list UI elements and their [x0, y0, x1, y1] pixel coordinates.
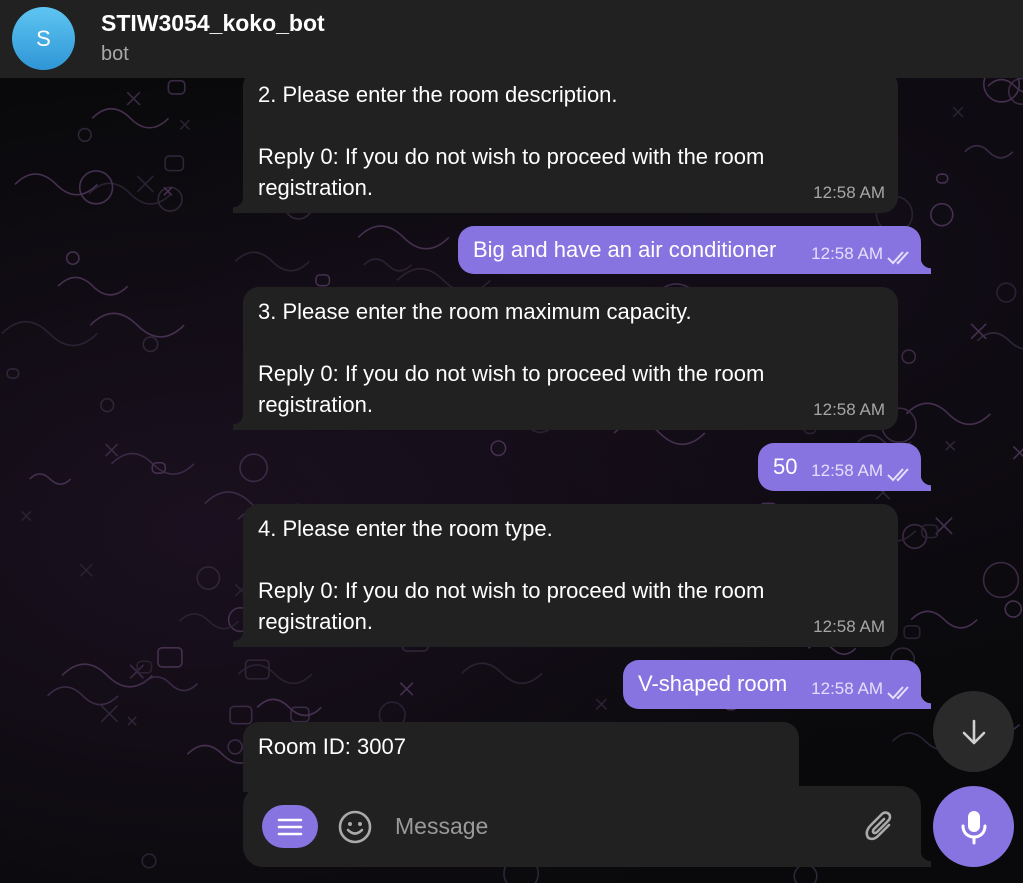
wallpaper-doodle — [79, 563, 93, 577]
message-text: 3. Please enter the room maximum capacit… — [258, 299, 765, 417]
wallpaper-doodle — [57, 276, 129, 296]
menu-icon — [277, 818, 303, 835]
message-text: Room ID: 3007 — [258, 734, 406, 759]
wallpaper-doodle — [100, 704, 119, 723]
wallpaper-doodle — [136, 660, 153, 674]
wallpaper-doodle — [461, 662, 543, 685]
avatar[interactable]: S — [12, 7, 75, 70]
wallpaper-doodle — [29, 473, 72, 485]
wallpaper-doodle — [595, 698, 608, 710]
wallpaper-doodle — [315, 274, 331, 287]
wallpaper-doodle — [47, 686, 119, 706]
message-text: 4. Please enter the room type. Reply 0: … — [258, 516, 765, 634]
wallpaper-doodle — [227, 739, 243, 755]
wallpaper-doodle — [6, 368, 20, 379]
wallpaper-doodle — [793, 863, 818, 883]
wallpaper-doodle — [14, 173, 98, 196]
wallpaper-doodle — [105, 443, 119, 457]
wallpaper-doodle — [20, 510, 32, 522]
wallpaper-doodle — [399, 682, 414, 696]
double-check-icon — [887, 251, 909, 265]
voice-record-button[interactable] — [933, 786, 1014, 867]
wallpaper-doodle — [77, 127, 92, 143]
wallpaper-doodle — [237, 664, 313, 685]
wallpaper-doodle — [91, 107, 170, 129]
wallpaper-doodle — [363, 258, 413, 272]
wallpaper-doodle — [970, 323, 987, 340]
wallpaper-doodle — [234, 251, 310, 272]
message-outgoing[interactable]: V-shaped room 12:58 AM — [623, 660, 931, 709]
wallpaper-doodle — [905, 402, 991, 426]
wallpaper-doodle — [1004, 600, 1023, 618]
microphone-icon — [961, 810, 986, 844]
wallpaper-doodle — [996, 282, 1017, 303]
wallpaper-doodle — [910, 610, 978, 629]
chat-title[interactable]: STIW3054_koko_bot — [101, 10, 325, 37]
message-input[interactable] — [395, 808, 845, 844]
wallpaper-doodle — [901, 349, 917, 365]
wallpaper-doodle — [239, 453, 269, 483]
message-time: 12:58 AM — [813, 400, 885, 419]
message-outgoing[interactable]: Big and have an air conditioner 12:58 AM — [458, 226, 931, 274]
wallpaper-doodle — [982, 561, 1020, 599]
message-time: 12:58 AM — [813, 183, 885, 202]
wallpaper-doodle — [127, 716, 137, 726]
wallpaper-doodle — [945, 440, 956, 451]
wallpaper-doodle — [163, 186, 173, 196]
wallpaper-doodle — [976, 332, 1023, 350]
wallpaper-doodle — [490, 440, 507, 457]
emoji-icon[interactable] — [337, 809, 373, 845]
wallpaper-doodle — [164, 155, 185, 172]
message-incoming[interactable]: 4. Please enter the room type. Reply 0: … — [233, 504, 898, 647]
wallpaper-doodle — [930, 202, 954, 227]
wallpaper-doodle — [167, 79, 186, 95]
wallpaper-doodle — [65, 251, 80, 266]
double-check-icon — [887, 468, 909, 482]
message-text: V-shaped room — [638, 671, 788, 696]
arrow-down-icon — [962, 719, 985, 744]
message-time: 12:58 AM — [811, 679, 883, 698]
wallpaper-doodle — [256, 698, 322, 717]
wallpaper-doodle — [1012, 445, 1023, 460]
message-outgoing[interactable]: 50 12:58 AM — [758, 443, 931, 491]
wallpaper-doodle — [903, 625, 921, 640]
message-text: 50 — [773, 454, 798, 479]
wallpaper-doodle — [357, 225, 450, 250]
wallpaper-doodle — [142, 676, 199, 692]
wallpaper-doodle — [141, 853, 157, 869]
wallpaper-doodle — [157, 186, 183, 212]
wallpaper-doodle — [935, 173, 949, 184]
message-text: Big and have an air conditioner — [473, 237, 777, 262]
wallpaper-doodle — [136, 175, 154, 193]
wallpaper-doodle — [964, 144, 1014, 159]
wallpaper-doodle — [157, 646, 183, 668]
chat-status: bot — [101, 43, 129, 65]
message-time: 12:58 AM — [811, 244, 883, 263]
wallpaper-doodle — [952, 106, 964, 118]
wallpaper-doodle — [244, 659, 270, 680]
scroll-down-button[interactable] — [933, 691, 1014, 772]
wallpaper-doodle — [126, 91, 141, 106]
message-text: 2. Please enter the room description. Re… — [258, 82, 765, 200]
double-check-icon — [887, 686, 909, 700]
wallpaper-doodle — [61, 663, 153, 688]
bot-menu-button[interactable] — [262, 805, 318, 848]
message-time: 12:58 AM — [811, 461, 883, 480]
avatar-letter: S — [36, 25, 51, 51]
wallpaper-doodle — [921, 524, 939, 539]
message-incoming[interactable]: Room ID: 3007 — [243, 722, 799, 792]
wallpaper-doodle — [1, 320, 98, 347]
message-incoming[interactable]: 2. Please enter the room description. Re… — [233, 70, 898, 213]
message-composer — [243, 786, 931, 867]
chat-header[interactable]: S STIW3054_koko_bot bot — [0, 0, 1023, 78]
wallpaper-doodle — [100, 397, 115, 413]
message-incoming[interactable]: 3. Please enter the room maximum capacit… — [233, 287, 898, 430]
wallpaper-doodle — [89, 312, 185, 338]
paperclip-icon[interactable] — [863, 810, 897, 844]
wallpaper-doodle — [196, 566, 221, 591]
wallpaper-doodle — [142, 336, 159, 353]
wallpaper-doodle — [179, 119, 191, 130]
message-time: 12:58 AM — [813, 617, 885, 636]
wallpaper-doodle — [229, 705, 253, 725]
